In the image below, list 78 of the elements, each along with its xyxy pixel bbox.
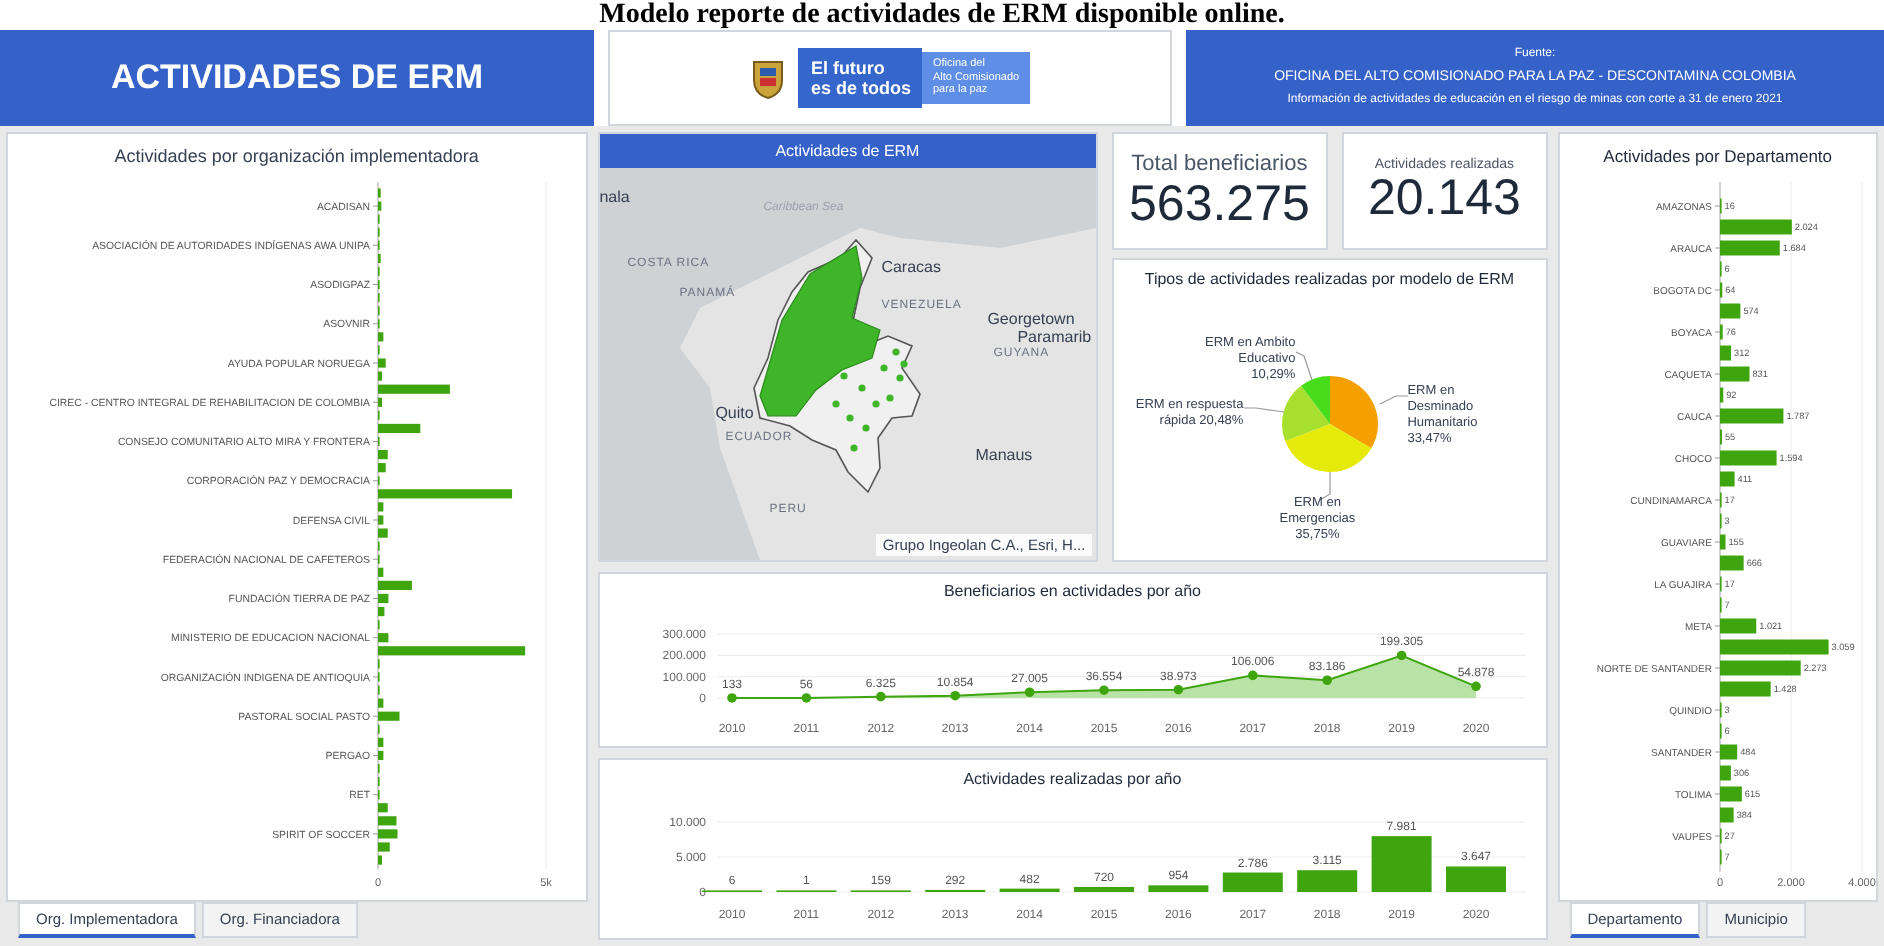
stat-value: 563.275	[1129, 179, 1310, 230]
bar	[378, 332, 385, 342]
map-label: Caracas	[881, 260, 941, 276]
data-point	[1397, 650, 1407, 661]
map-label: Georgetown	[987, 312, 1075, 328]
bar	[1223, 872, 1284, 892]
bar	[1372, 836, 1432, 892]
bar	[1719, 345, 1731, 361]
data-point	[950, 690, 961, 701]
bar	[378, 384, 451, 394]
bar	[1719, 240, 1780, 256]
bar	[1719, 534, 1726, 550]
data-point	[1248, 670, 1258, 681]
bar	[378, 489, 513, 499]
leader-line	[1378, 395, 1408, 405]
map-label: Quito	[715, 406, 754, 422]
bar	[1719, 366, 1750, 382]
bar	[378, 842, 391, 852]
bar	[378, 803, 389, 813]
data-point	[1174, 684, 1184, 695]
bar	[1719, 303, 1741, 319]
data-point	[1322, 675, 1333, 686]
bar	[378, 737, 385, 747]
bar	[378, 829, 399, 839]
map-label: Paramarib	[1017, 330, 1092, 346]
data-point	[1099, 685, 1110, 695]
bar	[378, 463, 387, 473]
dashboard-title: ACTIVIDADES DE ERM	[0, 30, 594, 126]
bar	[378, 698, 385, 708]
chart-title: Actividades por Departamento	[1603, 144, 1833, 170]
bar	[1297, 870, 1358, 892]
bar	[378, 502, 385, 512]
stat-label: Total beneficiarios	[1131, 152, 1308, 180]
bar	[1719, 765, 1731, 781]
chart-title: Tipos de actividades realizadas por modelo de ERM	[1144, 268, 1515, 292]
chart-title: Beneficiarios en actividades por año	[943, 580, 1201, 604]
bar	[378, 855, 383, 865]
shield-emblem-icon	[750, 56, 787, 100]
bar	[1719, 639, 1829, 655]
bar	[1719, 219, 1792, 235]
bar	[378, 633, 390, 643]
bar	[1719, 660, 1801, 676]
map-label: nala	[599, 190, 630, 206]
data-point	[727, 693, 738, 703]
bar	[378, 528, 389, 538]
bar	[378, 580, 413, 590]
stat-value: 20.143	[1367, 174, 1521, 225]
bar	[1719, 555, 1744, 571]
bar	[1446, 866, 1507, 892]
bar	[378, 450, 389, 460]
logo-slogan: El futuro es de todos	[798, 48, 923, 108]
leader-line	[1242, 407, 1284, 413]
bar	[1719, 450, 1777, 466]
data-point	[876, 691, 886, 702]
map-title: Actividades de ERM	[599, 134, 1096, 168]
data-point	[1025, 687, 1035, 698]
bar	[378, 397, 383, 407]
leader-line	[1318, 471, 1330, 501]
bar	[1719, 786, 1742, 802]
chart-title: Actividades realizadas por año	[963, 768, 1182, 792]
bar	[378, 816, 398, 826]
bar	[1719, 408, 1784, 424]
bar	[378, 358, 387, 368]
bar	[378, 711, 401, 721]
data-point	[802, 693, 812, 703]
map-label: Manaus	[975, 448, 1033, 464]
bar	[1074, 886, 1135, 892]
bar	[1148, 885, 1209, 892]
bar	[1719, 618, 1756, 634]
data-point	[1471, 681, 1482, 692]
page-caption: Modelo reporte de actividades de ERM disponible online.	[597, 0, 1287, 30]
chart-title: Actividades por organización implementadora	[114, 144, 479, 170]
leader-line	[1294, 351, 1312, 381]
bar	[378, 567, 385, 577]
bar	[378, 515, 385, 525]
bar	[1719, 681, 1771, 697]
bar	[378, 371, 383, 381]
bar	[378, 201, 383, 211]
